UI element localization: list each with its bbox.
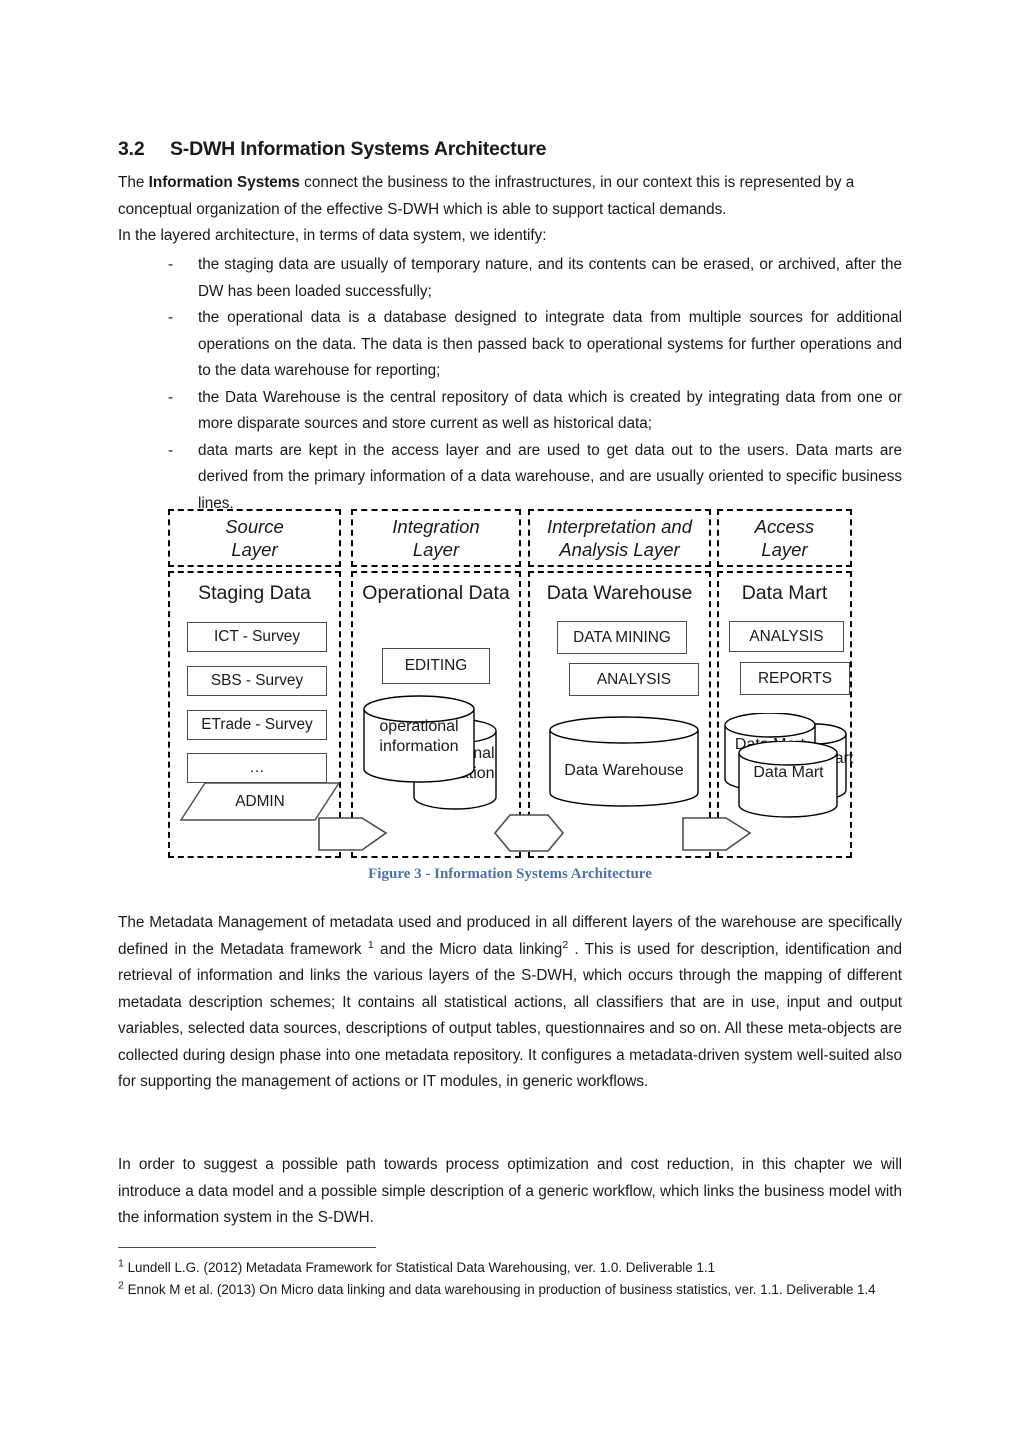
list-item-text: the staging data are usually of temporar… bbox=[198, 256, 902, 300]
connector-arrow-source-to-integration bbox=[316, 809, 390, 860]
data-mart-title: Data Mart bbox=[741, 582, 828, 604]
order-paragraph-text: In order to suggest a possible path towa… bbox=[118, 1156, 902, 1226]
box-analysis-dw: ANALYSIS bbox=[569, 663, 699, 696]
metadata-paragraph-text: The Metadata Management of metadata used… bbox=[118, 910, 902, 1096]
box-etrade-survey: ETrade - Survey bbox=[187, 710, 327, 740]
footnote-list: 1 Lundell L.G. (2012) Metadata Framework… bbox=[118, 1257, 902, 1301]
parallelogram-admin-label: ADMIN bbox=[235, 792, 285, 810]
list-item-text: the operational data is a database desig… bbox=[198, 309, 902, 379]
box-data-mining-label: DATA MINING bbox=[573, 628, 671, 646]
data-warehouse-title: Data Warehouse bbox=[546, 582, 693, 604]
list-item: - the Data Warehouse is the central repo… bbox=[154, 385, 902, 438]
cylinder-operational-information-front: operational information bbox=[363, 695, 475, 783]
box-etrade-survey-label: ETrade - Survey bbox=[201, 716, 313, 733]
arrow-right-icon bbox=[682, 817, 752, 851]
bullet-marker: - bbox=[168, 441, 174, 459]
box-ict-survey-label: ICT - Survey bbox=[213, 628, 301, 645]
box-sbs-survey-label: SBS - Survey bbox=[210, 672, 304, 689]
page-title: 3.2 S-DWH Information Systems Architectur… bbox=[118, 138, 547, 161]
metadata-part-2: and the Micro data linking bbox=[373, 940, 563, 958]
connector-hexagon-integration-to-interpretation bbox=[492, 811, 566, 860]
intro-bold: Information Systems bbox=[148, 174, 300, 191]
cylinder-data-mart-front-label: Data Mart bbox=[753, 764, 824, 781]
box-ellipsis-label: … bbox=[249, 759, 265, 776]
box-analysis-dm-label: ANALYSIS bbox=[749, 627, 824, 645]
list-item: - the staging data are usually of tempor… bbox=[154, 252, 902, 305]
operational-data-title: Operational Data bbox=[362, 582, 510, 604]
box-reports: REPORTS bbox=[740, 662, 850, 695]
bullet-marker: - bbox=[168, 256, 174, 273]
section-number: 3.2 bbox=[118, 138, 145, 160]
cylinder-operational-information-front-label: operational information bbox=[379, 718, 459, 755]
box-data-mining: DATA MINING bbox=[557, 621, 687, 654]
document-page: 3.2 S-DWH Information Systems Architectur… bbox=[118, 0, 902, 1442]
layer-header-access-label: Access Layer bbox=[754, 516, 815, 560]
footnote-2: 2 Ennok M et al. (2013) On Micro data li… bbox=[118, 1279, 902, 1301]
intro-line-2: In the layered architecture, in terms of… bbox=[118, 227, 547, 244]
box-editing-label: EDITING bbox=[404, 657, 468, 674]
footnote-2-text: Ennok M et al. (2013) On Micro data link… bbox=[123, 1282, 876, 1297]
box-ict-survey: ICT - Survey bbox=[187, 622, 327, 652]
hexagon-icon bbox=[493, 814, 565, 852]
figure-caption: Figure 3 - Information Systems Architect… bbox=[368, 866, 652, 882]
layer-header-access: Access Layer bbox=[717, 509, 852, 567]
connector-arrow-interpretation-to-access bbox=[680, 809, 754, 860]
intro-paragraph: The Information Systems connect the busi… bbox=[118, 170, 902, 250]
box-sbs-survey: SBS - Survey bbox=[187, 666, 327, 696]
diagram-column-source-layer: Source Layer Staging Data ICT - Survey SB… bbox=[168, 509, 341, 858]
bullet-list: - the staging data are usually of tempor… bbox=[154, 252, 902, 517]
list-item: - data marts are kept in the access laye… bbox=[154, 438, 902, 518]
box-analysis-dm: ANALYSIS bbox=[729, 621, 844, 652]
list-item-text: data marts are kept in the access layer … bbox=[198, 441, 902, 512]
intro-line-1: The Information Systems connect the busi… bbox=[118, 170, 902, 223]
layer-header-interpretation-label: Interpretation and Analysis Layer bbox=[546, 516, 693, 560]
figure-information-systems-architecture: Source Layer Staging Data ICT - Survey SB… bbox=[168, 509, 853, 860]
box-reports-label: REPORTS bbox=[757, 669, 833, 687]
box-ellipsis: … bbox=[187, 753, 327, 783]
layer-header-source: Source Layer bbox=[168, 509, 341, 567]
footnote-separator bbox=[118, 1247, 376, 1248]
order-paragraph: In order to suggest a possible path towa… bbox=[118, 1152, 902, 1232]
staging-data-title: Staging Data bbox=[198, 582, 311, 604]
list-item-text: the Data Warehouse is the central reposi… bbox=[198, 388, 902, 433]
cylinder-data-warehouse-label: Data Warehouse bbox=[564, 762, 684, 779]
diagram-column-interpretation-layer: Interpretation and Analysis Layer Data Wa… bbox=[528, 509, 711, 858]
cylinder-data-warehouse: Data Warehouse bbox=[549, 716, 699, 808]
layer-header-source-label: Source Layer bbox=[225, 516, 284, 560]
layer-header-integration: Integration Layer bbox=[351, 509, 521, 567]
intro-pre: The bbox=[118, 174, 149, 191]
bullet-marker: - bbox=[168, 388, 174, 406]
footnote-1-text: Lundell L.G. (2012) Metadata Framework f… bbox=[123, 1260, 716, 1275]
bullet-marker: - bbox=[168, 309, 174, 326]
box-editing: EDITING bbox=[382, 648, 490, 684]
box-analysis-dw-label: ANALYSIS bbox=[596, 670, 672, 688]
cylinder-data-mart-front: Data Mart bbox=[738, 741, 839, 819]
arrow-right-icon bbox=[318, 817, 388, 851]
section-title: S-DWH Information Systems Architecture bbox=[170, 138, 547, 160]
layer-header-interpretation: Interpretation and Analysis Layer bbox=[528, 509, 711, 567]
diagram-column-integration-layer: Integration Layer Operational Data EDITIN… bbox=[351, 509, 521, 858]
layer-header-integration-label: Integration Layer bbox=[392, 516, 480, 560]
footnote-1: 1 Lundell L.G. (2012) Metadata Framework… bbox=[118, 1257, 902, 1279]
metadata-part-3: . This is used for description, identifi… bbox=[118, 940, 902, 1091]
metadata-paragraph: The Metadata Management of metadata used… bbox=[118, 910, 902, 1096]
list-item: - the operational data is a database des… bbox=[154, 305, 902, 385]
diagram-column-access-layer: Access Layer Data Mart ANALYSIS REPORTS D… bbox=[717, 509, 853, 858]
